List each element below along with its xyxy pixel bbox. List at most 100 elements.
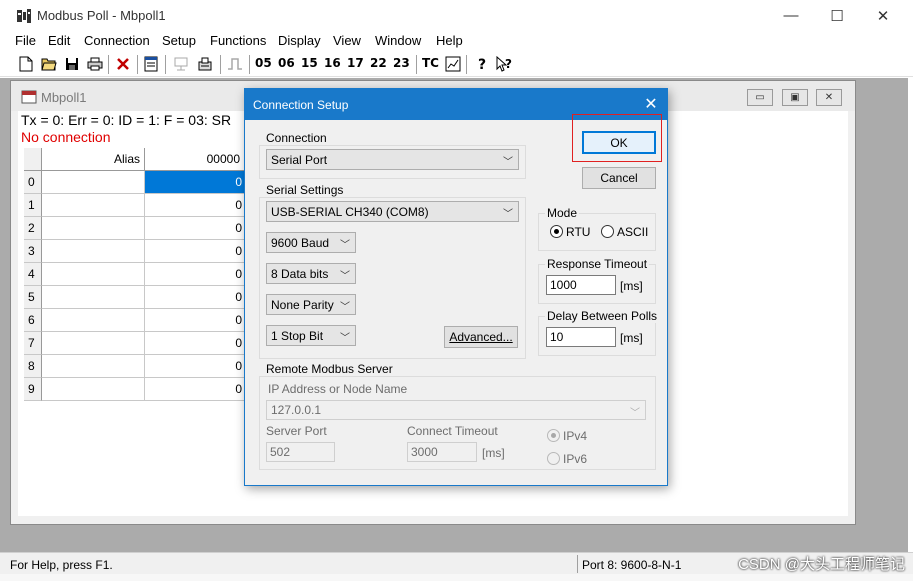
cancel-button[interactable]: Cancel: [582, 167, 656, 189]
menu-window[interactable]: Window: [375, 33, 421, 48]
register-value-cell[interactable]: 0: [145, 171, 245, 194]
register-value-cell[interactable]: 0: [145, 240, 245, 263]
alias-column-header[interactable]: Alias: [42, 148, 145, 171]
row-header[interactable]: 7: [24, 332, 42, 355]
function-15-button[interactable]: 15: [301, 56, 318, 70]
value-column-header[interactable]: 00000: [145, 148, 245, 171]
traffic-tc-button[interactable]: TC: [422, 56, 439, 70]
alias-cell[interactable]: [42, 171, 145, 194]
ip-address-value: 127.0.0.1: [271, 403, 322, 417]
alias-cell[interactable]: [42, 332, 145, 355]
advanced-button[interactable]: Advanced...: [444, 326, 518, 348]
new-file-icon[interactable]: [16, 54, 36, 74]
alias-cell[interactable]: [42, 217, 145, 240]
alias-cell[interactable]: [42, 240, 145, 263]
minimize-button[interactable]: —: [768, 0, 814, 31]
function-22-button[interactable]: 22: [370, 56, 387, 70]
ipv4-radio[interactable]: [547, 429, 560, 442]
function-06-button[interactable]: 06: [278, 56, 295, 70]
menu-help[interactable]: Help: [436, 33, 463, 48]
window-icon[interactable]: [141, 54, 161, 74]
row-header[interactable]: 9: [24, 378, 42, 401]
alias-cell[interactable]: [42, 263, 145, 286]
child-minimize-button[interactable]: ▭: [747, 89, 773, 106]
register-value-cell[interactable]: 0: [145, 263, 245, 286]
register-value-cell[interactable]: 0: [145, 217, 245, 240]
parity-select[interactable]: None Parity ﹀: [266, 294, 356, 315]
function-17-button[interactable]: 17: [347, 56, 364, 70]
function-16-button[interactable]: 16: [324, 56, 341, 70]
connect-timeout-input[interactable]: 3000: [407, 442, 477, 462]
child-title: Mbpoll1: [41, 90, 87, 105]
single-read-icon[interactable]: [225, 54, 245, 74]
toolbar-separator: [108, 55, 109, 74]
register-value-cell[interactable]: 0: [145, 332, 245, 355]
row-header[interactable]: 8: [24, 355, 42, 378]
row-header[interactable]: 3: [24, 240, 42, 263]
disconnect-icon[interactable]: [195, 54, 215, 74]
chevron-down-icon: ﹀: [503, 157, 513, 168]
menu-file[interactable]: File: [15, 33, 36, 48]
connect-icon[interactable]: [171, 54, 191, 74]
parity-value: None Parity: [271, 297, 334, 312]
delete-x-icon[interactable]: [113, 54, 133, 74]
row-header[interactable]: 6: [24, 309, 42, 332]
background-window-edge: [908, 78, 913, 552]
serial-port-select[interactable]: USB-SERIAL CH340 (COM8) ﹀: [266, 201, 519, 222]
context-help-icon[interactable]: ?: [495, 54, 515, 74]
data-bits-select[interactable]: 8 Data bits ﹀: [266, 263, 356, 284]
alias-cell[interactable]: [42, 309, 145, 332]
serial-port-value: USB-SERIAL CH340 (COM8): [271, 204, 429, 219]
menu-functions[interactable]: Functions: [210, 33, 266, 48]
ip-address-select[interactable]: 127.0.0.1 ﹀: [266, 400, 646, 420]
register-value-cell[interactable]: 0: [145, 355, 245, 378]
status-divider: [577, 555, 578, 573]
dialog-close-button[interactable]: ✕: [641, 94, 661, 114]
stop-bits-select[interactable]: 1 Stop Bit ﹀: [266, 325, 356, 346]
menu-edit[interactable]: Edit: [48, 33, 70, 48]
close-button[interactable]: ✕: [860, 0, 906, 31]
mode-rtu-radio[interactable]: [550, 225, 563, 238]
alias-cell[interactable]: [42, 194, 145, 217]
baud-rate-select[interactable]: 9600 Baud ﹀: [266, 232, 356, 253]
server-port-input[interactable]: 502: [266, 442, 335, 462]
row-header[interactable]: 1: [24, 194, 42, 217]
function-05-button[interactable]: 05: [255, 56, 272, 70]
menu-display[interactable]: Display: [278, 33, 321, 48]
response-timeout-input[interactable]: 1000: [546, 275, 616, 295]
delay-between-polls-input[interactable]: 10: [546, 327, 616, 347]
mode-ascii-radio[interactable]: [601, 225, 614, 238]
register-value-cell[interactable]: 0: [145, 378, 245, 401]
open-folder-icon[interactable]: [39, 54, 59, 74]
menu-view[interactable]: View: [333, 33, 361, 48]
data-bits-value: 8 Data bits: [271, 266, 329, 281]
alias-cell[interactable]: [42, 355, 145, 378]
function-23-button[interactable]: 23: [393, 56, 410, 70]
menu-connection[interactable]: Connection: [84, 33, 150, 48]
child-close-button[interactable]: ✕: [816, 89, 842, 106]
dialog-title: Connection Setup: [253, 98, 349, 112]
row-header[interactable]: 5: [24, 286, 42, 309]
save-icon[interactable]: [62, 54, 82, 74]
connection-status: No connection: [21, 129, 111, 145]
register-value-cell[interactable]: 0: [145, 194, 245, 217]
alias-cell[interactable]: [42, 286, 145, 309]
row-header[interactable]: 4: [24, 263, 42, 286]
chart-icon[interactable]: [443, 54, 463, 74]
help-question-icon[interactable]: ?: [472, 54, 492, 74]
row-header[interactable]: 0: [24, 171, 42, 194]
ipv6-radio[interactable]: [547, 452, 560, 465]
maximize-button[interactable]: ☐: [814, 0, 860, 31]
port-status: Port 8: 9600-8-N-1: [582, 558, 682, 572]
connection-type-select[interactable]: Serial Port ﹀: [266, 149, 519, 170]
print-icon[interactable]: [85, 54, 105, 74]
alias-cell[interactable]: [42, 378, 145, 401]
child-restore-button[interactable]: ▣: [782, 89, 808, 106]
menu-setup[interactable]: Setup: [162, 33, 196, 48]
ok-button[interactable]: OK: [582, 131, 656, 154]
mode-ascii-label: ASCII: [617, 225, 649, 239]
delay-unit: [ms]: [620, 331, 643, 345]
row-header[interactable]: 2: [24, 217, 42, 240]
register-value-cell[interactable]: 0: [145, 309, 245, 332]
register-value-cell[interactable]: 0: [145, 286, 245, 309]
